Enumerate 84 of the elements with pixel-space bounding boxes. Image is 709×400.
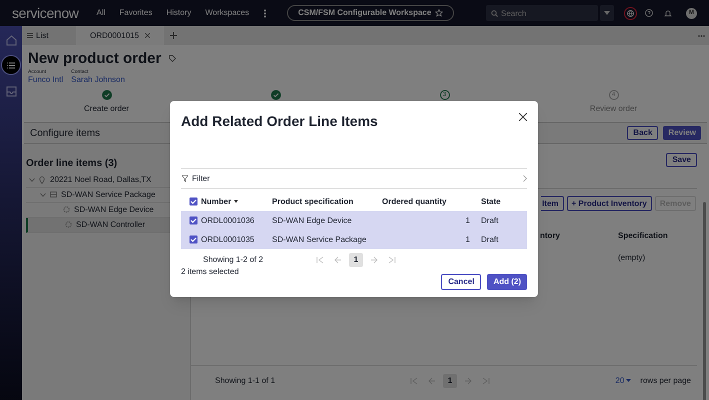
pagination-status: Showing 1-2 of 2 bbox=[202, 254, 264, 266]
column-header[interactable]: State bbox=[481, 196, 527, 208]
pagination-status: Showing 1-1 of 1 bbox=[215, 374, 276, 386]
rail-button[interactable] bbox=[2, 56, 20, 74]
more-icon[interactable] bbox=[263, 8, 268, 18]
tab[interactable]: List bbox=[22, 26, 76, 45]
globe-icon[interactable] bbox=[624, 6, 637, 20]
tab[interactable]: ORD0001015 bbox=[76, 26, 164, 45]
workspace-selector[interactable]: CSM/FSM Configurable Workspace bbox=[287, 5, 454, 21]
add-button[interactable]: Add (2) bbox=[487, 274, 527, 290]
step-label: Create order bbox=[84, 103, 129, 115]
table-cell-text: ORDL0001036 bbox=[201, 214, 256, 226]
filter-icon bbox=[182, 175, 188, 182]
nav-link[interactable]: History bbox=[166, 7, 192, 19]
checkbox[interactable] bbox=[189, 197, 198, 206]
last-page-icon[interactable] bbox=[482, 376, 490, 384]
step-label: Review order bbox=[590, 103, 638, 115]
back-button[interactable]: Back bbox=[627, 126, 658, 140]
add-icon[interactable] bbox=[170, 32, 177, 39]
table-cell-text: ORDL0001035 bbox=[201, 234, 256, 246]
checkbox[interactable] bbox=[189, 216, 198, 225]
field-link[interactable]: Funco Intl bbox=[28, 75, 64, 85]
next-page-icon[interactable] bbox=[370, 256, 378, 264]
table-cell-text: Draft bbox=[481, 214, 500, 226]
column-header: Specification bbox=[618, 230, 669, 242]
filter-bar[interactable]: Filter bbox=[181, 168, 527, 189]
star-icon bbox=[435, 9, 444, 17]
home-icon bbox=[4, 32, 18, 46]
action-button[interactable]: + Product Inventory bbox=[566, 196, 652, 211]
first-page-icon[interactable] bbox=[410, 376, 418, 384]
column-header[interactable]: Ordered quantity bbox=[381, 196, 481, 208]
table-cell-text: Draft bbox=[481, 234, 500, 246]
tree-title: Order line items (3) bbox=[26, 157, 118, 171]
close-icon[interactable] bbox=[519, 113, 527, 121]
record-title: New product order bbox=[28, 50, 162, 67]
save-button[interactable]: Save bbox=[666, 153, 697, 167]
column-header: ntory bbox=[540, 230, 561, 242]
section-title: Configure items bbox=[30, 126, 102, 140]
nav-link[interactable]: Workspaces bbox=[205, 7, 250, 19]
dropdown-button[interactable] bbox=[600, 5, 614, 21]
column-header[interactable]: Product specification bbox=[272, 196, 381, 208]
page-button[interactable]: 1 bbox=[443, 374, 457, 388]
logo[interactable]: servicenow bbox=[12, 2, 79, 24]
help-icon[interactable] bbox=[645, 9, 653, 17]
dialog-title: Add Related Order Line Items bbox=[181, 112, 378, 131]
table-cell-text: (empty) bbox=[618, 252, 646, 264]
last-page-icon[interactable] bbox=[388, 256, 396, 264]
first-page-icon[interactable] bbox=[316, 256, 324, 264]
column-header[interactable]: Number bbox=[201, 196, 272, 208]
table-cell-text: SD-WAN Service Package bbox=[272, 234, 368, 246]
table-row[interactable]: ORDL0001036 SD-WAN Edge Device 1 Draft bbox=[181, 211, 527, 230]
table-row[interactable]: ORDL0001035 SD-WAN Service Package 1 Draft bbox=[181, 230, 527, 249]
caret-icon bbox=[604, 11, 610, 15]
inbox-icon bbox=[4, 84, 18, 98]
list-icon bbox=[27, 33, 33, 38]
rows-label: rows per page bbox=[640, 374, 691, 386]
prev-page-icon[interactable] bbox=[428, 376, 436, 384]
review-button[interactable]: Review bbox=[663, 126, 701, 140]
search-icon bbox=[491, 10, 498, 16]
chevron-down-icon[interactable] bbox=[40, 193, 46, 197]
sort-caret-icon bbox=[234, 200, 238, 203]
prev-page-icon[interactable] bbox=[334, 256, 342, 264]
selection-count: 2 items selected bbox=[181, 266, 240, 278]
nav-link[interactable]: Favorites bbox=[119, 7, 152, 19]
scrollbar-icon[interactable] bbox=[703, 202, 706, 400]
next-page-icon[interactable] bbox=[464, 376, 472, 384]
page-button[interactable]: 1 bbox=[349, 253, 363, 267]
pin-icon bbox=[39, 176, 46, 184]
caret-icon bbox=[626, 379, 632, 382]
cancel-button[interactable]: Cancel bbox=[441, 274, 482, 290]
action-button[interactable]: Item bbox=[541, 196, 564, 211]
checkbox[interactable] bbox=[189, 235, 198, 244]
table-cell-text: SD-WAN Edge Device bbox=[272, 214, 353, 226]
tag-icon[interactable] bbox=[169, 55, 176, 62]
rows-per-page-select[interactable]: 20 bbox=[615, 374, 632, 386]
chevron-right-icon bbox=[523, 175, 527, 182]
table-cell-text: 1 bbox=[464, 214, 471, 226]
search-field[interactable]: Search bbox=[486, 5, 598, 21]
nav-link[interactable]: All bbox=[96, 7, 106, 19]
box-icon bbox=[50, 191, 57, 199]
field-link[interactable]: Sarah Johnson bbox=[71, 75, 125, 85]
table-cell-text: 1 bbox=[464, 234, 471, 246]
bell-icon[interactable] bbox=[664, 9, 672, 17]
chevron-down-icon[interactable] bbox=[29, 178, 35, 182]
